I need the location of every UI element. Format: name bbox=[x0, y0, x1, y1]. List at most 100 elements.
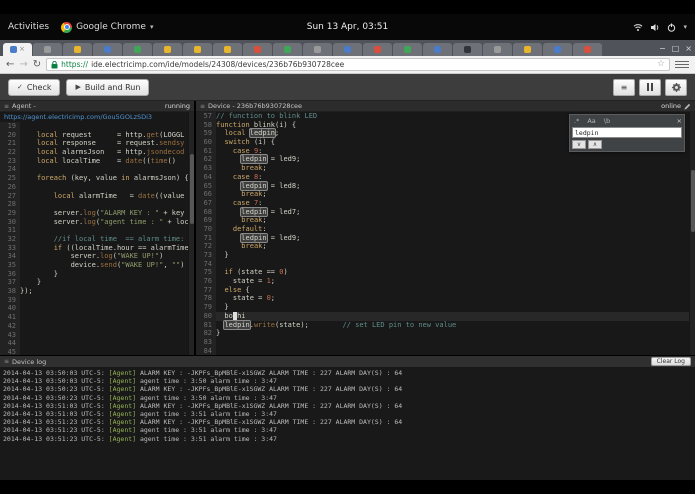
code-line-80[interactable]: 80 bo hi bbox=[196, 311, 695, 321]
code-line-29[interactable]: 29 server.log("ALARM KEY : " + key bbox=[0, 208, 194, 218]
agent-scrollbar[interactable] bbox=[188, 112, 194, 355]
code-line-82[interactable]: 82} bbox=[196, 329, 695, 338]
device-scrollbar[interactable] bbox=[689, 112, 695, 355]
code-line-81[interactable]: 81 ledpin.write(state); // set LED pin t… bbox=[196, 320, 695, 330]
code-line-62[interactable]: 62 ledpin = led9; bbox=[196, 155, 695, 165]
code-line-36[interactable]: 36 } bbox=[0, 269, 194, 279]
browser-tab-5[interactable] bbox=[123, 43, 152, 56]
browser-tab-14[interactable] bbox=[393, 43, 422, 56]
code-line-34[interactable]: 34 server.log("WAKE UP!") bbox=[0, 252, 194, 261]
code-line-42[interactable]: 42 bbox=[0, 321, 194, 331]
code-line-20[interactable]: 20 local request = http.get(LOGGL bbox=[0, 130, 194, 140]
tab-close-icon[interactable]: × bbox=[19, 46, 25, 53]
code-line-64[interactable]: 64 case 8: bbox=[196, 172, 695, 182]
code-line-25[interactable]: 25 foreach (key, value in alarmsJson) { bbox=[0, 174, 194, 183]
code-line-45[interactable]: 45 bbox=[0, 347, 194, 355]
code-line-39[interactable]: 39 bbox=[0, 295, 194, 305]
browser-tab-19[interactable] bbox=[543, 43, 572, 56]
code-line-24[interactable]: 24 bbox=[0, 165, 194, 175]
browser-tab-18[interactable] bbox=[513, 43, 542, 56]
code-line-38[interactable]: 38}); bbox=[0, 287, 194, 296]
code-line-67[interactable]: 67 case 7: bbox=[196, 198, 695, 208]
browser-tab-4[interactable] bbox=[93, 43, 122, 56]
code-line-33[interactable]: 33 if ((localTime.hour == alarmTime bbox=[0, 243, 194, 253]
browser-tab-2[interactable] bbox=[33, 43, 62, 56]
browser-tab-1[interactable]: × bbox=[3, 43, 32, 56]
clock[interactable]: Sun 13 Apr, 03:51 bbox=[307, 22, 389, 32]
code-line-43[interactable]: 43 bbox=[0, 330, 194, 340]
back-button[interactable]: ← bbox=[6, 59, 14, 70]
code-line-83[interactable]: 83 bbox=[196, 337, 695, 347]
bookmark-star-icon[interactable]: ☆ bbox=[657, 60, 665, 69]
browser-tab-3[interactable] bbox=[63, 43, 92, 56]
minimize-button[interactable]: − bbox=[659, 44, 666, 53]
find-next-button[interactable]: ∨ bbox=[572, 140, 586, 149]
maximize-button[interactable]: □ bbox=[672, 44, 680, 53]
browser-tab-12[interactable] bbox=[333, 43, 362, 56]
code-line-76[interactable]: 76 state = 1; bbox=[196, 277, 695, 286]
code-line-26[interactable]: 26 bbox=[0, 182, 194, 192]
code-line-69[interactable]: 69 break; bbox=[196, 216, 695, 225]
close-button[interactable]: × bbox=[685, 44, 692, 53]
code-line-72[interactable]: 72 break; bbox=[196, 242, 695, 251]
browser-tab-7[interactable] bbox=[183, 43, 212, 56]
browser-tab-20[interactable] bbox=[573, 43, 602, 56]
code-line-77[interactable]: 77 else { bbox=[196, 285, 695, 295]
code-line-78[interactable]: 78 state = 0; bbox=[196, 294, 695, 304]
agent-pane-header[interactable]: ≡ Agent - running bbox=[0, 101, 194, 112]
browser-tab-16[interactable] bbox=[453, 43, 482, 56]
code-line-21[interactable]: 21 local response = request.sendsy bbox=[0, 139, 194, 149]
code-line-35[interactable]: 35 device.send("WAKE UP!", "") bbox=[0, 261, 194, 270]
build-and-run-button[interactable]: ▶ Build and Run bbox=[66, 78, 150, 96]
edit-pencil-icon[interactable] bbox=[684, 103, 691, 110]
device-log-body[interactable]: 2014-04-13 03:50:03 UTC-5: [Agent] ALARM… bbox=[0, 367, 695, 480]
code-line-71[interactable]: 71 ledpin = led9; bbox=[196, 233, 695, 243]
code-line-41[interactable]: 41 bbox=[0, 313, 194, 322]
code-line-65[interactable]: 65 ledpin = led8; bbox=[196, 181, 695, 191]
code-line-79[interactable]: 79 } bbox=[196, 303, 695, 312]
code-line-37[interactable]: 37 } bbox=[0, 278, 194, 288]
code-line-84[interactable]: 84 bbox=[196, 346, 695, 355]
close-search-icon[interactable]: × bbox=[677, 117, 682, 125]
system-tray[interactable]: ▾ bbox=[633, 23, 695, 32]
model-list-button[interactable]: ≡ bbox=[613, 78, 635, 96]
device-pane-header[interactable]: ≡ Device - 236b76b930728cee online bbox=[196, 101, 695, 112]
code-line-74[interactable]: 74 bbox=[196, 259, 695, 269]
code-line-66[interactable]: 66 break; bbox=[196, 190, 695, 199]
code-line-32[interactable]: 32 //if local time == alarm time: bbox=[0, 234, 194, 244]
code-line-27[interactable]: 27 local alarmTime = date((value bbox=[0, 191, 194, 201]
search-input[interactable] bbox=[572, 127, 682, 138]
clear-log-button[interactable]: Clear Log bbox=[650, 357, 691, 366]
code-line-75[interactable]: 75 if (state == 0) bbox=[196, 268, 695, 278]
forward-button[interactable]: → bbox=[19, 59, 27, 70]
browser-tab-17[interactable] bbox=[483, 43, 512, 56]
code-line-23[interactable]: 23 local localTime = date((time() bbox=[0, 156, 194, 166]
code-line-44[interactable]: 44 bbox=[0, 339, 194, 348]
code-line-73[interactable]: 73 } bbox=[196, 251, 695, 260]
search-option-case-sensitive[interactable]: Aa bbox=[585, 117, 597, 125]
url-input[interactable]: https:// ide.electricimp.com/ide/models/… bbox=[46, 58, 670, 71]
code-line-28[interactable]: 28 bbox=[0, 200, 194, 209]
activities-button[interactable]: Activities bbox=[8, 22, 49, 32]
code-line-22[interactable]: 22 local alarmsJson = http.jsondecod bbox=[0, 148, 194, 157]
browser-tab-11[interactable] bbox=[303, 43, 332, 56]
browser-tab-8[interactable] bbox=[213, 43, 242, 56]
chrome-menu-icon[interactable] bbox=[675, 59, 689, 71]
agent-code-editor[interactable]: 19 20 local request = http.get(LOGGL 21 lo… bbox=[0, 122, 194, 355]
find-prev-button[interactable]: ∧ bbox=[588, 140, 602, 149]
code-line-19[interactable]: 19 bbox=[0, 122, 194, 131]
browser-tab-6[interactable] bbox=[153, 43, 182, 56]
split-view-button[interactable] bbox=[639, 78, 661, 96]
browser-tab-15[interactable] bbox=[423, 43, 452, 56]
browser-tab-9[interactable] bbox=[243, 43, 272, 56]
code-line-63[interactable]: 63 break; bbox=[196, 164, 695, 173]
search-option-whole-word[interactable]: \b bbox=[602, 117, 612, 125]
search-option-regex[interactable]: .* bbox=[572, 117, 581, 125]
check-button[interactable]: ✓ Check bbox=[8, 78, 61, 96]
browser-tab-10[interactable] bbox=[273, 43, 302, 56]
agent-url-link[interactable]: https://agent.electricimp.com/Gou5GOLzSD… bbox=[0, 112, 194, 122]
code-line-70[interactable]: 70 default: bbox=[196, 224, 695, 234]
code-line-40[interactable]: 40 bbox=[0, 304, 194, 314]
browser-tab-13[interactable] bbox=[363, 43, 392, 56]
app-menu[interactable]: Google Chrome ▾ bbox=[61, 21, 153, 33]
